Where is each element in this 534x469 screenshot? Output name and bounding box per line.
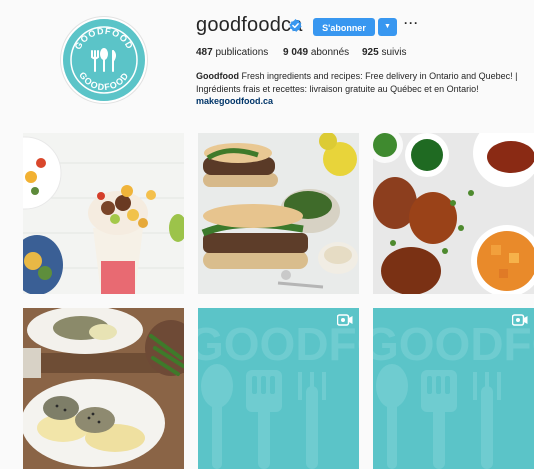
bio-website-link[interactable]: makegoodfood.ca: [196, 96, 273, 106]
svg-text:GOODFOOD: GOODFOOD: [73, 26, 136, 51]
followers-count: 9 049: [283, 47, 309, 58]
goodfood-logo-icon: GOODFOOD GOODFOOD: [70, 26, 138, 94]
glazed-chicken-photo: [373, 133, 534, 294]
utensils-icon: [91, 48, 116, 72]
caret-down-icon: ▼: [384, 23, 391, 30]
following-count: 925: [362, 47, 379, 58]
bio-text-line1: Fresh ingredients and recipes: Free deli…: [241, 71, 518, 81]
goodfood-pattern-video: GOODFOOD: [373, 308, 534, 469]
profile-header: GOODFOOD GOODFOOD goodfoodca S'abonner ▼: [0, 0, 534, 124]
logo-text-top: GOODFOOD: [73, 26, 135, 51]
bio-text-line2: Ingrédients frais et recettes: livraison…: [196, 83, 479, 94]
follow-button[interactable]: S'abonner: [313, 18, 375, 36]
suggestions-dropdown-button[interactable]: ▼: [378, 18, 397, 36]
pattern-text: GOODFOOD: [198, 318, 359, 370]
more-horizontal-icon: ···: [404, 16, 419, 30]
post-tile[interactable]: [373, 133, 534, 294]
video-camera-icon: [337, 314, 353, 326]
post-tile[interactable]: [198, 133, 359, 294]
verified-badge-icon: [289, 19, 302, 32]
profile-avatar[interactable]: GOODFOOD GOODFOOD: [61, 17, 147, 103]
sesame-pork-mash-photo: [23, 308, 184, 469]
profile-bio: Goodfood Fresh ingredients and recipes: …: [196, 70, 526, 108]
followers-label: abonnés: [310, 47, 350, 58]
video-camera-icon: [512, 314, 528, 326]
steak-sandwich-photo: [198, 133, 359, 294]
publications-count: 487: [196, 47, 213, 58]
svg-text:GOODFOOD: GOODFOOD: [77, 70, 131, 92]
post-tile[interactable]: [23, 308, 184, 469]
logo-text-bottom: GOODFOOD: [77, 70, 130, 92]
more-options-button[interactable]: ···: [404, 16, 419, 30]
profile-username: goodfoodca: [196, 14, 303, 36]
post-tile-video[interactable]: GOODFOOD: [373, 308, 534, 469]
post-tile-video[interactable]: GOODFOOD: [198, 308, 359, 469]
stat-followers[interactable]: 9 049 abonnés: [283, 47, 349, 58]
stat-publications[interactable]: 487 publications: [196, 47, 268, 58]
following-label: suivis: [381, 47, 407, 58]
burrito-photo: [23, 133, 184, 294]
stat-following[interactable]: 925 suivis: [362, 47, 406, 58]
goodfood-pattern-video: GOODFOOD: [198, 308, 359, 469]
pattern-text: GOODFOOD: [373, 318, 534, 370]
bio-name: Goodfood: [196, 71, 239, 81]
publications-label: publications: [215, 47, 269, 58]
post-tile[interactable]: [23, 133, 184, 294]
